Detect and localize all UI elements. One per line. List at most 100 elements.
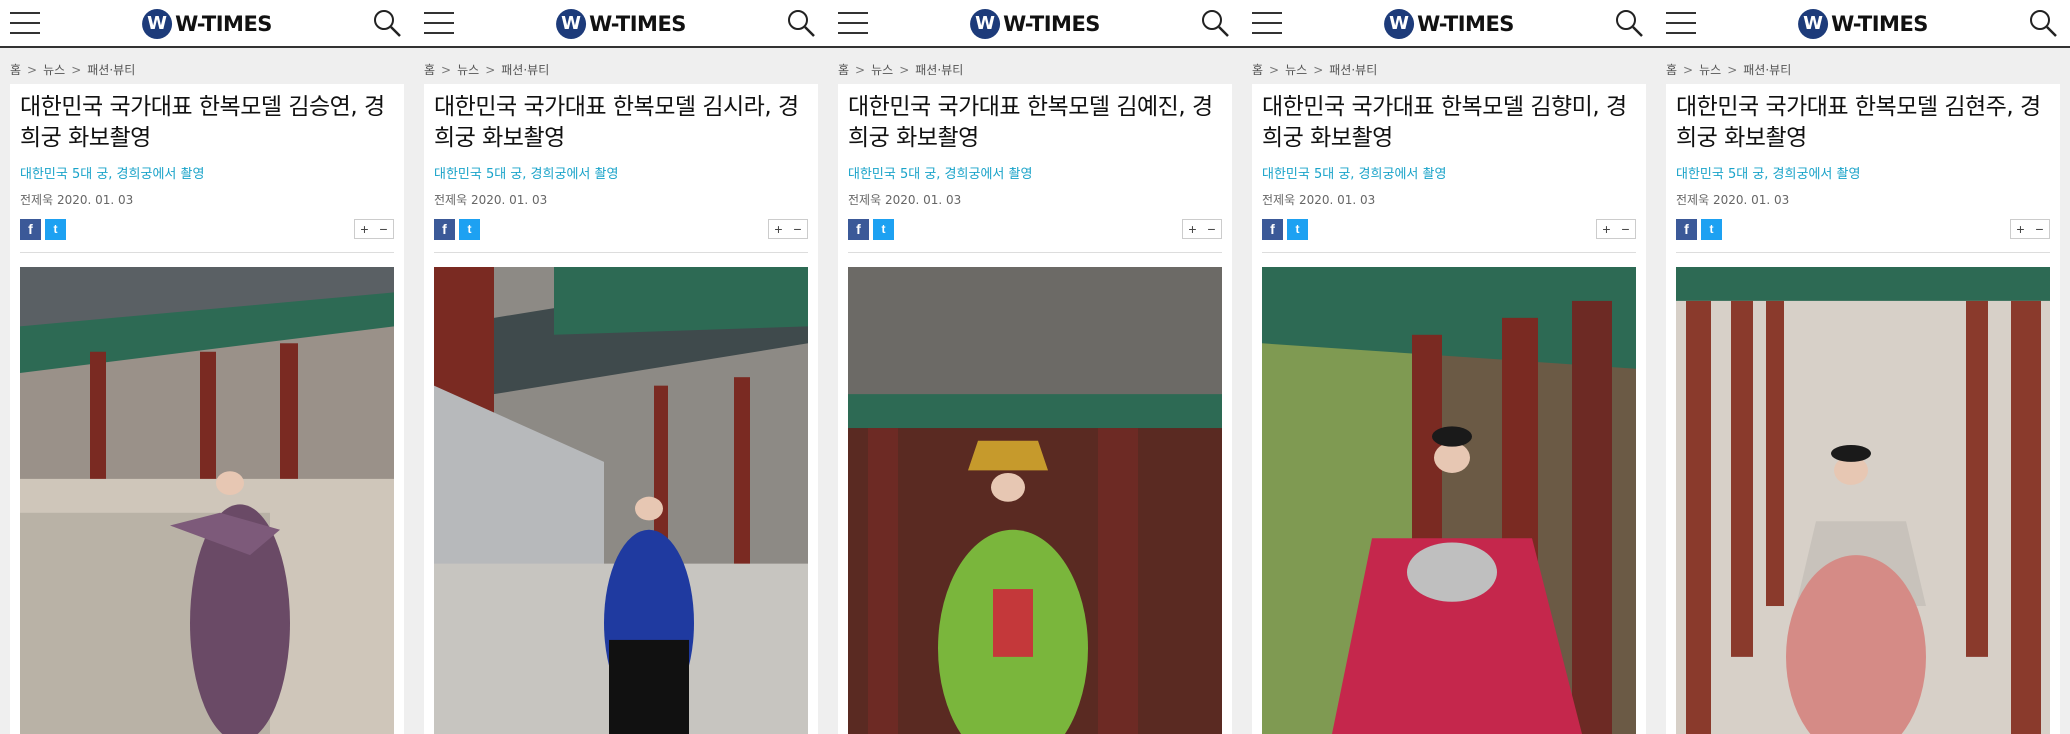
font-size-control: + − [2010,219,2050,239]
facebook-icon[interactable]: f [20,219,41,240]
breadcrumb: 홈 > 뉴스 > 패션·뷰티 [1666,61,1797,78]
article-photo [1262,267,1636,734]
breadcrumb-separator: > [1683,63,1694,77]
article-screen-3: W W-TIMES 홈 > 뉴스 > 패션·뷰티 대한민국 국가대표 한복모델 김예진,… [828,0,1242,734]
share-buttons: f t [20,219,66,240]
font-decrease-button[interactable]: − [793,221,801,237]
breadcrumb-home[interactable]: 홈 [10,63,21,77]
breadcrumb-home[interactable]: 홈 [1252,63,1263,77]
facebook-icon[interactable]: f [1676,219,1697,240]
font-increase-button[interactable]: + [1602,221,1610,237]
logo-mark: W [142,9,173,39]
breadcrumb-home[interactable]: 홈 [838,63,849,77]
divider [1676,252,2050,253]
site-logo[interactable]: W W-TIMES [970,9,1100,39]
breadcrumb-section[interactable]: 패션·뷰티 [1329,63,1377,77]
divider [848,252,1222,253]
breadcrumb-home[interactable]: 홈 [1666,63,1677,77]
breadcrumb-section[interactable]: 패션·뷰티 [1743,63,1791,77]
breadcrumb-separator: > [441,63,452,77]
search-icon[interactable] [1200,8,1230,38]
breadcrumb-news[interactable]: 뉴스 [43,63,65,77]
site-header: W W-TIMES [828,0,1242,48]
font-increase-button[interactable]: + [360,221,368,237]
breadcrumb-section[interactable]: 패션·뷰티 [915,63,963,77]
twitter-icon[interactable]: t [1287,219,1308,240]
font-decrease-button[interactable]: − [1621,221,1629,237]
font-size-control: + − [1596,219,1636,239]
breadcrumb-home[interactable]: 홈 [424,63,435,77]
breadcrumb-news[interactable]: 뉴스 [1699,63,1721,77]
article-date: 2020. 01. 03 [1298,193,1376,207]
breadcrumb-news[interactable]: 뉴스 [457,63,479,77]
search-icon[interactable] [1614,8,1644,38]
site-logo[interactable]: W W-TIMES [1384,9,1514,39]
font-size-control: + − [1182,219,1222,239]
site-header: W W-TIMES [1656,0,2070,48]
breadcrumb-separator: > [1313,63,1324,77]
font-increase-button[interactable]: + [1188,221,1196,237]
article-author: 전제욱 [1262,193,1296,207]
twitter-icon[interactable]: t [1701,219,1722,240]
share-buttons: f t [1676,219,1722,240]
article-screen-2: W W-TIMES 홈 > 뉴스 > 패션·뷰티 대한민국 국가대표 한복모델 김시라,… [414,0,828,734]
hamburger-menu-icon[interactable] [838,12,868,34]
breadcrumb-separator: > [899,63,910,77]
site-logo[interactable]: W W-TIMES [556,9,686,39]
twitter-icon[interactable]: t [873,219,894,240]
article-photo [848,267,1222,734]
share-buttons: f t [848,219,894,240]
article-photo [20,267,394,734]
article-card: 대한민국 국가대표 한복모델 김승연, 경희궁 화보촬영 대한민국 5대 궁, … [10,84,404,734]
logo-text: W-TIMES [1003,12,1100,36]
article-date: 2020. 01. 03 [1712,193,1790,207]
breadcrumb-news[interactable]: 뉴스 [871,63,893,77]
search-icon[interactable] [2028,8,2058,38]
facebook-icon[interactable]: f [434,219,455,240]
search-icon[interactable] [372,8,402,38]
article-screen-4: W W-TIMES 홈 > 뉴스 > 패션·뷰티 대한민국 국가대표 한복모델 김향미,… [1242,0,1656,734]
search-icon[interactable] [786,8,816,38]
hamburger-menu-icon[interactable] [10,12,40,34]
logo-mark: W [556,9,587,39]
article-title: 대한민국 국가대표 한복모델 김시라, 경희궁 화보촬영 [434,94,799,151]
article-author: 전제욱 [848,193,882,207]
breadcrumb-section[interactable]: 패션·뷰티 [87,63,135,77]
hamburger-menu-icon[interactable] [1252,12,1282,34]
font-decrease-button[interactable]: − [1207,221,1215,237]
logo-mark: W [1384,9,1415,39]
font-increase-button[interactable]: + [2016,221,2024,237]
article-meta: 전제욱 2020. 01. 03 [1262,191,1375,208]
logo-text: W-TIMES [175,12,272,36]
divider [434,252,808,253]
breadcrumb-section[interactable]: 패션·뷰티 [501,63,549,77]
logo-mark: W [970,9,1001,39]
hamburger-menu-icon[interactable] [424,12,454,34]
breadcrumb-separator: > [855,63,866,77]
article-card: 대한민국 국가대표 한복모델 김현주, 경희궁 화보촬영 대한민국 5대 궁, … [1666,84,2060,734]
facebook-icon[interactable]: f [1262,219,1283,240]
breadcrumb-separator: > [27,63,38,77]
font-size-control: + − [354,219,394,239]
font-decrease-button[interactable]: − [2035,221,2043,237]
site-logo[interactable]: W W-TIMES [1798,9,1928,39]
article-author: 전제욱 [20,193,54,207]
font-increase-button[interactable]: + [774,221,782,237]
twitter-icon[interactable]: t [459,219,480,240]
logo-text: W-TIMES [589,12,686,36]
logo-text: W-TIMES [1831,12,1928,36]
share-buttons: f t [1262,219,1308,240]
facebook-icon[interactable]: f [848,219,869,240]
article-screen-5: W W-TIMES 홈 > 뉴스 > 패션·뷰티 대한민국 국가대표 한복모델 김현주,… [1656,0,2070,734]
site-logo[interactable]: W W-TIMES [142,9,272,39]
hamburger-menu-icon[interactable] [1666,12,1696,34]
font-size-control: + − [768,219,808,239]
font-decrease-button[interactable]: − [379,221,387,237]
article-title: 대한민국 국가대표 한복모델 김향미, 경희궁 화보촬영 [1262,94,1627,151]
article-meta: 전제욱 2020. 01. 03 [20,191,133,208]
breadcrumb-separator: > [71,63,82,77]
breadcrumb-news[interactable]: 뉴스 [1285,63,1307,77]
breadcrumb-separator: > [1269,63,1280,77]
twitter-icon[interactable]: t [45,219,66,240]
logo-text: W-TIMES [1417,12,1514,36]
